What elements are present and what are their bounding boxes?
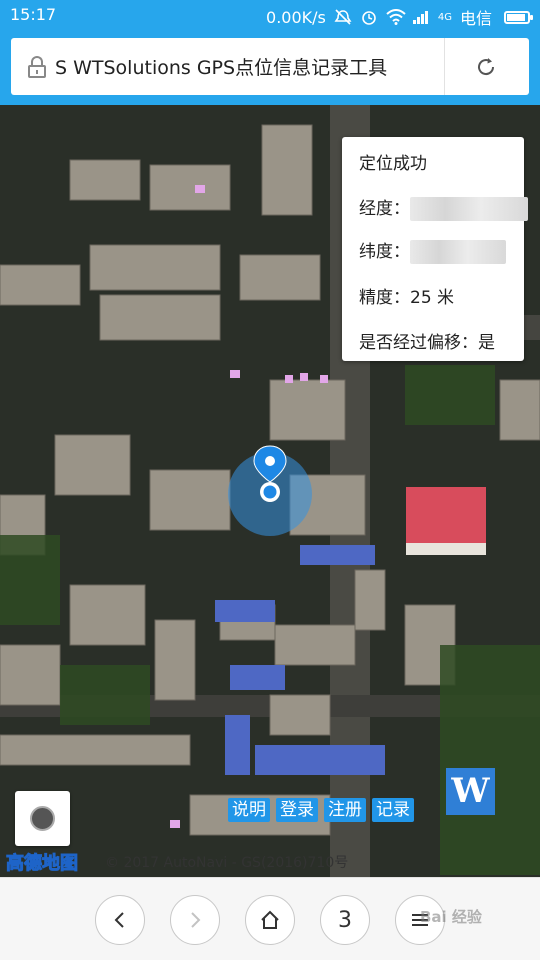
- locate-status: 定位成功: [359, 154, 427, 174]
- locate-me-button[interactable]: [15, 791, 70, 846]
- address-divider: [444, 38, 445, 95]
- tabs-button[interactable]: 3: [320, 895, 370, 945]
- browser-toolbar: S WTSolutions GPS点位信息记录工具: [0, 30, 540, 105]
- location-pin-icon[interactable]: [250, 444, 290, 508]
- baidu-watermark: Bai 经验: [420, 908, 482, 926]
- longitude-label: 经度：: [359, 199, 410, 219]
- forward-button[interactable]: [170, 895, 220, 945]
- latitude-label: 纬度：: [359, 242, 410, 262]
- home-button[interactable]: [245, 895, 295, 945]
- longitude-row: 经度：: [359, 194, 528, 221]
- login-button[interactable]: 登录: [276, 798, 318, 822]
- alarm-icon: [360, 9, 378, 25]
- mute-icon: [334, 9, 352, 25]
- status-time: 15:17: [10, 5, 57, 24]
- offset-row: 是否经过偏移：是: [359, 328, 495, 353]
- register-button[interactable]: 注册: [324, 798, 366, 822]
- locate-dot-icon: [30, 806, 55, 831]
- satellite-map[interactable]: 定位成功 经度： 纬度： 精度：25 米 是否经过偏移：是 说明 登录 注册 记…: [0, 105, 540, 877]
- latitude-value-redacted: [410, 240, 506, 264]
- lock-icon: [27, 55, 47, 78]
- network-type: 4G: [437, 11, 452, 23]
- help-button[interactable]: 说明: [228, 798, 270, 822]
- back-button[interactable]: [95, 895, 145, 945]
- net-speed: 0.00K/s: [266, 7, 326, 27]
- battery-level: [507, 13, 525, 21]
- reload-icon[interactable]: [475, 56, 497, 78]
- offset-label: 是否经过偏移：: [359, 333, 478, 353]
- battery-icon: [504, 10, 533, 24]
- status-bar: 15:17 0.00K/s 4G 电信: [0, 0, 540, 30]
- signal-icon: [412, 9, 430, 25]
- tab-count: 3: [338, 907, 352, 933]
- location-info-popup: 定位成功 经度： 纬度： 精度：25 米 是否经过偏移：是: [342, 137, 528, 361]
- carrier: 电信: [459, 9, 492, 28]
- longitude-value-redacted: [410, 197, 528, 221]
- offset-value: 是: [478, 333, 495, 353]
- back-icon: [114, 912, 124, 928]
- home-icon: [261, 910, 279, 929]
- accuracy-label: 精度：: [359, 288, 410, 308]
- wtsolutions-logo[interactable]: W: [446, 768, 495, 815]
- status-icons: 0.00K/s 4G 电信: [266, 5, 533, 29]
- browser-bottom-nav: 3 Bai 经验: [0, 877, 540, 960]
- record-button[interactable]: 记录: [372, 798, 414, 822]
- wifi-icon: [386, 9, 406, 25]
- map-copyright: © 2017 AutoNavi - GS(2016)710号: [105, 855, 349, 871]
- map-action-bar: 说明 登录 注册 记录: [228, 798, 414, 822]
- latitude-row: 纬度：: [359, 237, 506, 264]
- page-title[interactable]: S WTSolutions GPS点位信息记录工具: [55, 53, 387, 80]
- forward-icon: [191, 912, 201, 928]
- accuracy-value: 25 米: [410, 288, 455, 308]
- accuracy-row: 精度：25 米: [359, 283, 454, 308]
- amap-logo: 高德地图: [6, 853, 79, 875]
- address-bar[interactable]: S WTSolutions GPS点位信息记录工具: [11, 38, 529, 95]
